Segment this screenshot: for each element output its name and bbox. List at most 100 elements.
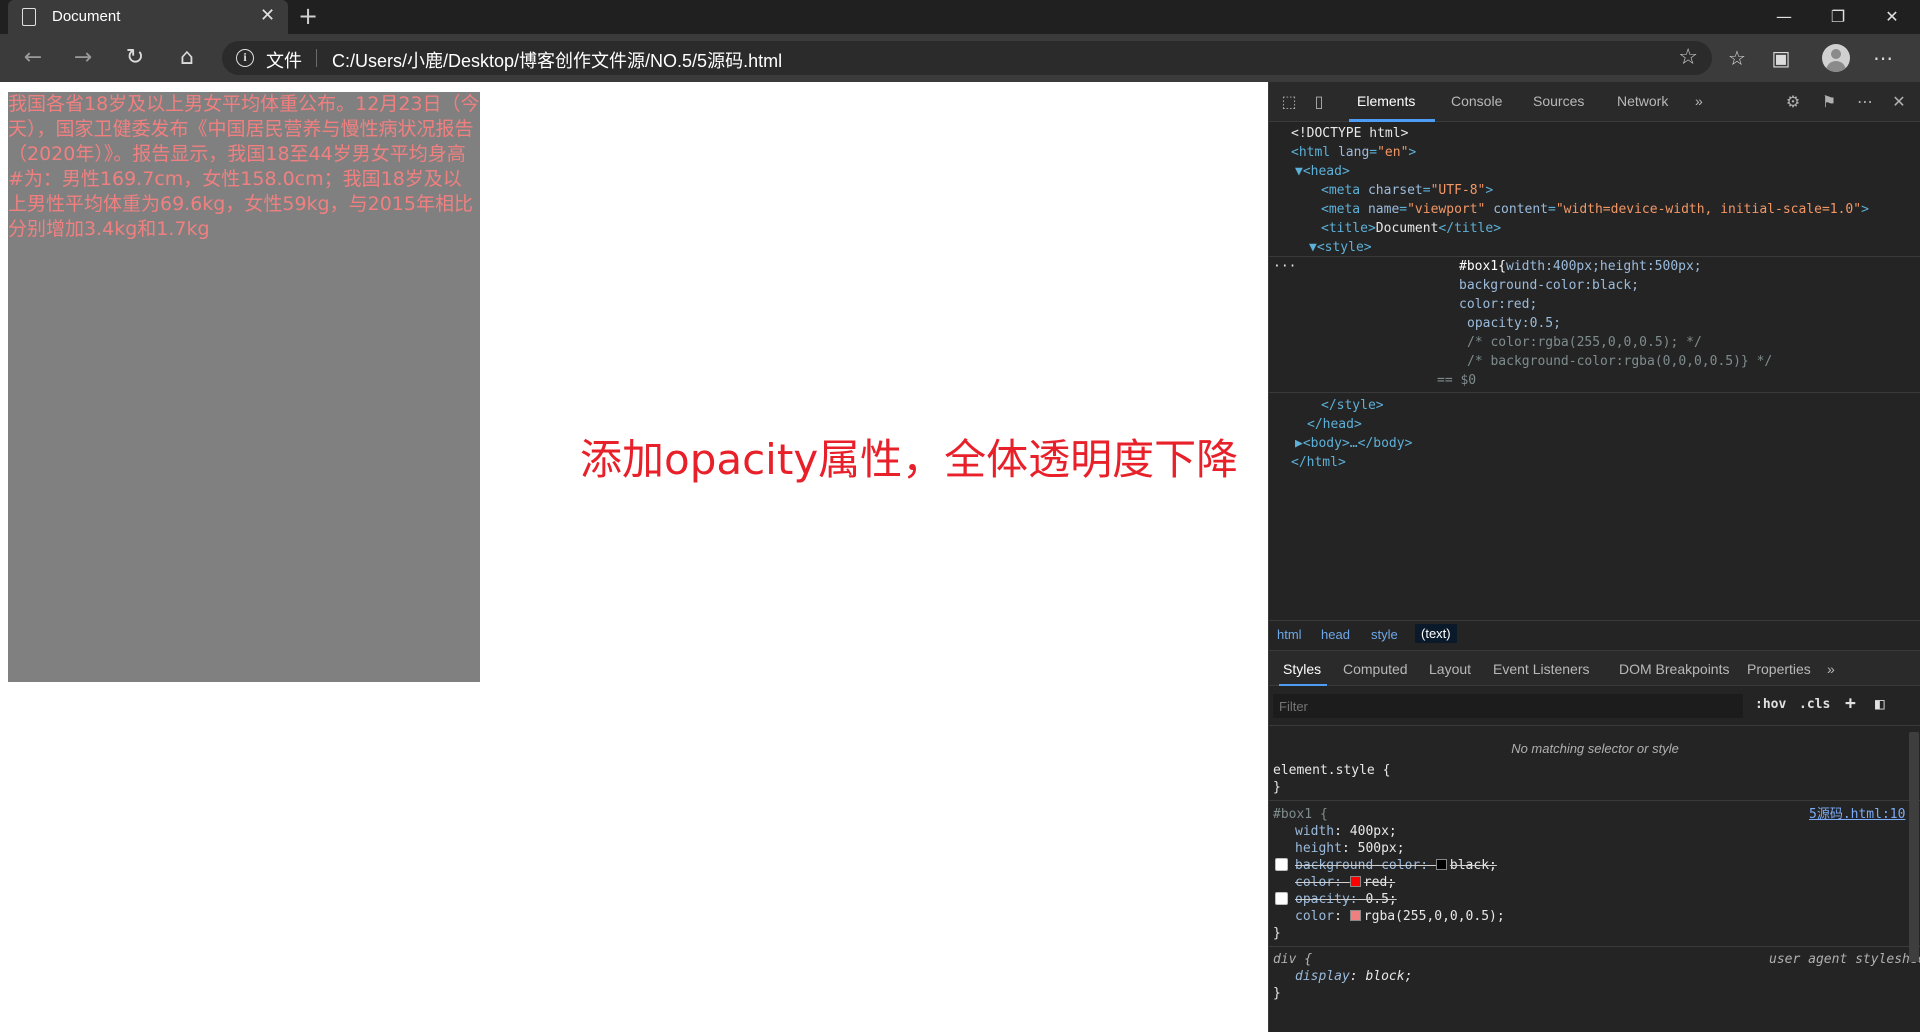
subtab-computed[interactable]: Computed xyxy=(1343,661,1408,677)
decl-bg-checkbox[interactable] xyxy=(1275,858,1288,871)
rgba-red-swatch[interactable] xyxy=(1349,910,1361,921)
dom-breadcrumb: html head style (text) xyxy=(1269,620,1920,648)
avatar-head xyxy=(1831,49,1841,59)
cls-button[interactable]: .cls xyxy=(1799,697,1830,712)
decl-background-color[interactable]: background-color: black; xyxy=(1295,857,1497,874)
url-scheme-label: 文件 xyxy=(266,51,302,72)
info-icon[interactable]: i xyxy=(236,49,254,67)
styles-filter-input[interactable] xyxy=(1273,694,1743,718)
dom-dollar0-marker: == $0 xyxy=(1437,373,1477,388)
page-viewport: 我国各省18岁及以上男女平均体重公布。12月23日（今天），国家卫健委发布《中国… xyxy=(0,82,1268,1032)
styles-filter-bar: :hov .cls + ◧ xyxy=(1269,686,1920,726)
no-matching-message: No matching selector or style xyxy=(1511,741,1679,756)
rule-source-link[interactable]: 5源码.html:10 xyxy=(1809,806,1905,823)
ua-decl-display[interactable]: display: block; xyxy=(1295,968,1412,985)
crumb-head[interactable]: head xyxy=(1321,627,1350,642)
favorite-star-icon[interactable]: ☆ xyxy=(1678,45,1698,70)
toggle-sidebar-icon[interactable]: ◧ xyxy=(1875,694,1885,713)
collections-icon[interactable]: ▣ xyxy=(1764,42,1798,74)
url-text[interactable]: C:/Users/小鹿/Desktop/博客创作文件源/NO.5/5源码.htm… xyxy=(332,47,782,73)
dom-ellipsis-icon[interactable]: ··· xyxy=(1273,257,1296,276)
red-swatch[interactable] xyxy=(1349,876,1361,887)
dom-style-text-line5[interactable]: /* color:rgba(255,0,0,0.5); */ xyxy=(1467,333,1702,352)
active-tab-indicator xyxy=(1349,119,1435,122)
dom-body-node[interactable]: ▶<body>…</body> xyxy=(1295,434,1412,453)
feedback-icon[interactable]: ⚑ xyxy=(1819,92,1839,112)
crumb-style[interactable]: style xyxy=(1371,627,1398,642)
tab-sources[interactable]: Sources xyxy=(1533,93,1584,109)
styles-scrollbar[interactable] xyxy=(1909,732,1919,962)
decl-height[interactable]: height: 500px; xyxy=(1295,840,1405,857)
refresh-icon[interactable]: ↻ xyxy=(120,44,150,72)
devtools-menu-icon[interactable]: ⋯ xyxy=(1855,92,1875,112)
rule-divider-2 xyxy=(1269,946,1920,947)
annotation-text: 添加opacity属性，全体透明度下降 xyxy=(580,435,1239,484)
page-icon xyxy=(22,8,36,26)
tab-console[interactable]: Console xyxy=(1451,93,1502,109)
more-menu-icon[interactable]: ⋯ xyxy=(1866,42,1900,74)
subtab-event-listeners[interactable]: Event Listeners xyxy=(1493,661,1590,677)
subtab-properties[interactable]: Properties xyxy=(1747,661,1811,677)
dom-style-node[interactable]: ▼<style> xyxy=(1309,238,1372,257)
inspect-element-icon[interactable]: ⬚ xyxy=(1279,92,1299,112)
dom-doctype[interactable]: <!DOCTYPE html> xyxy=(1291,124,1408,143)
more-tabs-icon[interactable]: » xyxy=(1695,93,1703,109)
dom-style-text-line1[interactable]: #box1{width:400px;height:500px; xyxy=(1459,257,1702,276)
decl-color-red[interactable]: color: red; xyxy=(1295,874,1395,891)
new-rule-icon[interactable]: + xyxy=(1845,693,1856,714)
dom-style-text-line6[interactable]: /* background-color:rgba(0,0,0,0.5)} */ xyxy=(1467,352,1772,371)
dom-style-text-line4[interactable]: opacity:0.5; xyxy=(1467,314,1561,333)
box1-rule-close: } xyxy=(1273,926,1281,941)
decl-color-rgba[interactable]: color: rgba(255,0,0,0.5); xyxy=(1295,908,1505,925)
dom-meta-viewport[interactable]: <meta name="viewport" content="width=dev… xyxy=(1321,200,1869,219)
close-tab-icon[interactable]: ✕ xyxy=(260,5,275,26)
subtabs-more-icon[interactable]: » xyxy=(1827,661,1835,677)
dom-head-node[interactable]: ▼<head> xyxy=(1295,162,1350,181)
dom-html-close[interactable]: </html> xyxy=(1291,453,1346,472)
new-tab-button[interactable]: + xyxy=(298,2,318,30)
device-toolbar-icon[interactable]: ▯ xyxy=(1309,92,1329,112)
hov-button[interactable]: :hov xyxy=(1755,697,1786,712)
dom-style-text-line3[interactable]: color:red; xyxy=(1459,295,1537,314)
devtools-panel: ⬚ ▯ Elements Console Sources Network » ⚙… xyxy=(1268,82,1920,1032)
settings-gear-icon[interactable]: ⚙ xyxy=(1783,92,1803,112)
dom-head-close[interactable]: </head> xyxy=(1307,415,1362,434)
favorites-icon[interactable]: ☆ xyxy=(1720,42,1754,74)
ua-rule-close: } xyxy=(1273,986,1281,1001)
tab-title: Document xyxy=(52,8,121,25)
element-style-rule[interactable]: element.style { xyxy=(1273,762,1390,779)
dom-meta-charset[interactable]: <meta charset="UTF-8"> xyxy=(1321,181,1493,200)
back-icon[interactable]: ← xyxy=(18,44,48,72)
window-close-button[interactable]: ✕ xyxy=(1866,0,1918,34)
black-swatch[interactable] xyxy=(1435,859,1447,870)
decl-opacity-checkbox[interactable] xyxy=(1275,892,1288,905)
crumb-text[interactable]: (text) xyxy=(1415,624,1457,643)
dom-title-node[interactable]: <title>Document</title> xyxy=(1321,219,1501,238)
crumb-html[interactable]: html xyxy=(1277,627,1302,642)
home-icon[interactable]: ⌂ xyxy=(172,44,202,72)
box1-rule-selector[interactable]: #box1 { xyxy=(1273,806,1328,823)
devtools-tabbar: ⬚ ▯ Elements Console Sources Network » ⚙… xyxy=(1269,82,1920,122)
minimize-button[interactable]: — xyxy=(1758,0,1810,34)
decl-width[interactable]: width: 400px; xyxy=(1295,823,1397,840)
dom-style-close[interactable]: </style> xyxy=(1321,396,1384,415)
devtools-close-icon[interactable]: ✕ xyxy=(1889,92,1909,112)
tab-elements[interactable]: Elements xyxy=(1357,93,1415,109)
url-separator xyxy=(316,49,317,67)
element-style-close: } xyxy=(1273,780,1281,795)
restore-button[interactable]: ❐ xyxy=(1812,0,1864,34)
selected-node-bottom-border xyxy=(1269,392,1920,393)
address-bar-row: ← → ↻ ⌂ i 文件 C:/Users/小鹿/Desktop/博客创作文件源… xyxy=(0,34,1920,82)
browser-tab[interactable]: Document ✕ xyxy=(8,0,288,34)
tab-network[interactable]: Network xyxy=(1617,93,1668,109)
dom-style-text-line2[interactable]: background-color:black; xyxy=(1459,276,1639,295)
dom-html-node[interactable]: <html lang="en"> xyxy=(1291,143,1416,162)
url-bar[interactable]: i 文件 C:/Users/小鹿/Desktop/博客创作文件源/NO.5/5源… xyxy=(222,41,1712,75)
subtab-dom-breakpoints[interactable]: DOM Breakpoints xyxy=(1619,661,1729,677)
forward-icon[interactable]: → xyxy=(68,44,98,72)
subtab-layout[interactable]: Layout xyxy=(1429,661,1471,677)
decl-opacity[interactable]: opacity: 0.5; xyxy=(1295,891,1397,908)
subtab-styles[interactable]: Styles xyxy=(1283,661,1321,677)
profile-avatar[interactable] xyxy=(1822,44,1850,72)
ua-rule-selector[interactable]: div { xyxy=(1273,951,1312,968)
